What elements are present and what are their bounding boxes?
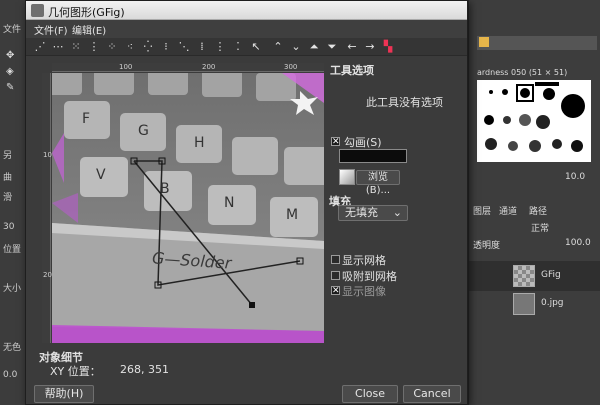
help-button[interactable]: 帮助(H): [34, 385, 94, 403]
snap-grid-label: 吸附到网格: [342, 270, 397, 283]
fill-value: 无填充: [345, 206, 378, 219]
ellipse-tool-icon[interactable]: ⋮: [86, 40, 102, 54]
tool-options-message: 此工具没有选项: [366, 96, 443, 109]
tool-options-heading: 工具选项: [330, 64, 374, 77]
key-label: B: [160, 181, 170, 197]
layer-name: GFig: [541, 270, 561, 280]
key-label: H: [194, 135, 205, 151]
move-object-icon[interactable]: ⁞: [194, 40, 210, 54]
horizontal-ruler: 100 200 300: [52, 63, 324, 72]
show-image-checkbox[interactable]: ✕: [331, 286, 340, 296]
brush-thumbnails-icon: [484, 82, 585, 152]
key-label: N: [224, 195, 235, 211]
gimp-dock: ardness 050 (51 × 51) 10.0 图层 通道 路径 正常 透…: [468, 0, 600, 405]
star-tool-icon[interactable]: ⁛: [140, 40, 156, 54]
select-arrow-icon[interactable]: ↖: [248, 40, 264, 54]
layer-name: 0.jpg: [541, 298, 564, 308]
layer-thumbnail: [513, 265, 535, 287]
ruler-tick-label: 200: [202, 63, 216, 71]
browse-button[interactable]: 浏览(B)...: [356, 170, 400, 196]
opacity-value[interactable]: 100.0: [565, 238, 591, 248]
preview-canvas[interactable]: F G H V B N M G—Solder: [52, 73, 324, 343]
spacing-value[interactable]: 10.0: [565, 172, 585, 182]
top-icon[interactable]: ⏶: [306, 40, 322, 54]
brush-name: ardness 050 (51 × 51): [477, 68, 568, 77]
tab-layers[interactable]: 图层: [473, 204, 491, 217]
circle-tool-icon[interactable]: ⁙: [68, 40, 84, 54]
move-point-icon[interactable]: ⋮: [212, 40, 228, 54]
cancel-button[interactable]: Cancel: [403, 385, 461, 403]
brush-grid[interactable]: [477, 80, 591, 162]
key-label: G: [138, 123, 149, 139]
chevron-down-icon: ⌄: [392, 206, 402, 219]
tab-paths[interactable]: 路径: [529, 204, 547, 217]
menu-edit[interactable]: 编辑(E): [72, 22, 106, 37]
copy-object-icon[interactable]: ⁚: [230, 40, 246, 54]
layer-row-image[interactable]: 0.jpg: [469, 292, 600, 316]
raise-icon[interactable]: ⌃: [270, 40, 286, 54]
app-icon: [31, 4, 44, 17]
keyboard-photo: [52, 73, 324, 343]
key-label: M: [286, 207, 299, 223]
bottom-icon[interactable]: ⏷: [324, 40, 340, 54]
pencil-tool-icon[interactable]: ✎: [6, 82, 14, 93]
brush-tabs[interactable]: [477, 36, 597, 50]
menu-bar: 文件(F) 编辑(E): [26, 20, 467, 38]
layer-row-gfig[interactable]: GFig: [469, 261, 600, 291]
show-grid-checkbox[interactable]: [331, 255, 340, 264]
show-all-icon[interactable]: ▚: [380, 40, 396, 54]
lower-icon[interactable]: ⌄: [288, 40, 304, 54]
opacity-label: 透明度: [473, 241, 501, 251]
stroke-checkbox[interactable]: ✕: [331, 137, 340, 147]
snap-grid-checkbox[interactable]: [331, 271, 340, 280]
brush-tab-icon[interactable]: [479, 37, 489, 47]
stroke-color-swatch[interactable]: [339, 149, 407, 163]
xy-position-label: XY 位置：: [50, 365, 101, 378]
rectangle-tool-icon[interactable]: ⋯: [50, 40, 66, 54]
next-icon[interactable]: →: [362, 40, 378, 54]
title-bar[interactable]: 几何图形(GFig): [26, 1, 467, 20]
tab-channels[interactable]: 通道: [499, 204, 517, 217]
key-label: F: [82, 111, 91, 127]
bezier-tool-icon[interactable]: ⋱: [176, 40, 192, 54]
move-tool-icon[interactable]: ✥: [6, 50, 14, 61]
gfig-dialog: 几何图形(GFig) 文件(F) 编辑(E) ⋰ ⋯ ⁙ ⋮ ⁘ ⁖ ⁛ ⁝ ⋱…: [25, 0, 468, 405]
close-button[interactable]: Close: [342, 385, 398, 403]
layer-thumbnail: [513, 293, 535, 315]
polygon-tool-icon[interactable]: ⁖: [122, 40, 138, 54]
brush-preview-icon[interactable]: [339, 169, 355, 185]
key-label: V: [96, 167, 106, 183]
show-grid-label: 显示网格: [342, 254, 386, 267]
arc-tool-icon[interactable]: ⁘: [104, 40, 120, 54]
shape-toolbar: ⋰ ⋯ ⁙ ⋮ ⁘ ⁖ ⁛ ⁝ ⋱ ⁞ ⋮ ⁚ ↖ ⌃ ⌄ ⏶ ⏷ ← → ▚: [26, 38, 467, 56]
layer-mode[interactable]: 正常: [531, 221, 549, 234]
ruler-tick-label: 300: [284, 63, 298, 71]
fill-dropdown[interactable]: 无填充 ⌄: [338, 205, 408, 221]
bucket-tool-icon[interactable]: ◈: [6, 66, 14, 77]
dialog-title: 几何图形(GFig): [48, 6, 125, 19]
menu-file[interactable]: 文件(F): [34, 22, 68, 37]
prev-icon[interactable]: ←: [344, 40, 360, 54]
xy-position-value: 268, 351: [120, 363, 169, 376]
vertical-ruler: 100 200: [42, 73, 56, 343]
line-tool-icon[interactable]: ⋰: [32, 40, 48, 54]
stroke-label: 勾画(S): [344, 136, 382, 149]
spiral-tool-icon[interactable]: ⁝: [158, 40, 174, 54]
show-image-label: 显示图像: [342, 285, 386, 298]
ruler-tick-label: 100: [119, 63, 133, 71]
